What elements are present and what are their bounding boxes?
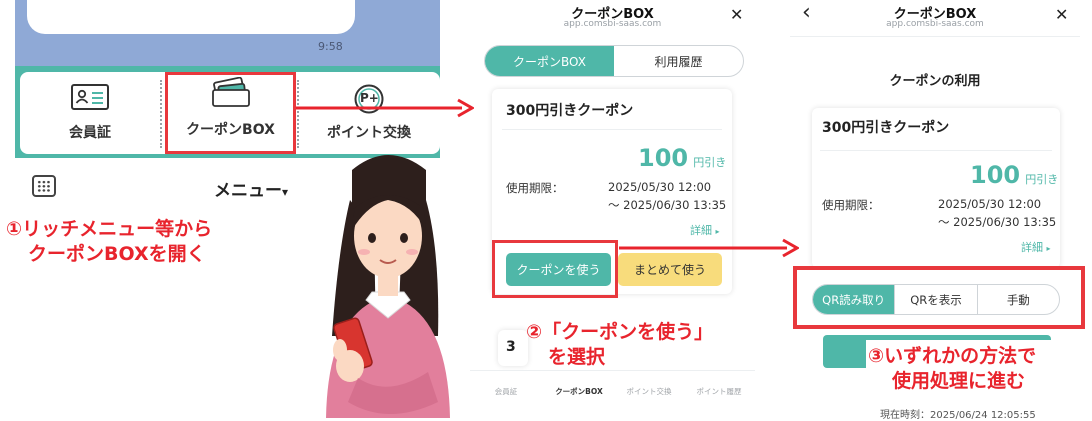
- expiry-label: 使用期限：: [506, 181, 564, 195]
- bottom-tab-coupon-box[interactable]: クーポンBOX: [546, 386, 612, 397]
- header-url: app.comsbi-saas.com: [886, 19, 984, 29]
- coupon-amount-unit: 円引き: [1025, 173, 1059, 186]
- expiry-end: 〜 2025/06/30 13:35: [608, 198, 727, 212]
- rich-menu-item-coupon-box[interactable]: クーポンBOX: [165, 72, 296, 154]
- coupon-amount: 100 円引き: [970, 161, 1058, 189]
- menu-toggle-label: メニュー: [214, 181, 282, 201]
- detail-link[interactable]: 詳細 ▸: [1021, 239, 1051, 255]
- step-3-caption-line2: 使用処理に進む: [892, 370, 1026, 392]
- use-method-selector: QR読み取り QRを表示 手動: [812, 284, 1060, 315]
- chat-timestamp: 9:58: [318, 40, 343, 53]
- menu-toggle[interactable]: メニュー▾: [214, 176, 288, 201]
- coupon-tabs: クーポンBOX 利用履歴: [484, 45, 744, 77]
- rich-menu-label: 会員証: [69, 125, 111, 141]
- bottom-tab-point-exchange[interactable]: ポイント交換: [616, 386, 682, 397]
- keyboard-icon[interactable]: [32, 175, 56, 197]
- step-1-caption-line1: ①リッチメニュー等から: [6, 218, 213, 240]
- rich-menu-divider: [160, 80, 162, 148]
- expiry-end: 〜 2025/06/30 13:35: [938, 215, 1057, 229]
- chevron-down-icon: ▾: [282, 185, 289, 199]
- bottom-tab-bar: [470, 370, 755, 371]
- tab-coupon-box[interactable]: クーポンBOX: [485, 46, 614, 76]
- method-manual[interactable]: 手動: [976, 285, 1059, 314]
- close-icon[interactable]: ✕: [730, 5, 743, 24]
- coupon-title: 300円引きクーポン: [822, 120, 950, 136]
- divider: [820, 150, 1052, 151]
- detail-link[interactable]: 詳細 ▸: [690, 222, 720, 238]
- expiry-label: 使用期限：: [822, 198, 880, 212]
- step-2-caption-line1: ②「クーポンを使う」: [526, 321, 714, 343]
- coupon-use-screen: ‹ クーポンBOX app.comsbi-saas.com ✕ クーポンの利用 …: [790, 0, 1092, 421]
- highlight-box: [492, 240, 618, 298]
- rich-menu-label: クーポンBOX: [186, 122, 275, 138]
- current-time: 現在時刻：2025/06/24 12:05:55: [880, 410, 1036, 421]
- expiry-start: 2025/05/30 12:00: [938, 197, 1042, 211]
- chevron-right-icon: ▸: [715, 227, 720, 236]
- divider: [502, 129, 722, 130]
- bottom-tab-member-card[interactable]: 会員証: [476, 386, 536, 397]
- bottom-tab-point-history[interactable]: ポイント履歴: [686, 386, 752, 397]
- tab-usage-history[interactable]: 利用履歴: [614, 46, 743, 76]
- method-qr-scan[interactable]: QR読み取り: [813, 285, 895, 314]
- coupon-amount-unit: 円引き: [693, 156, 727, 169]
- chat-bubble: [27, 0, 355, 34]
- header-url: app.comsbi-saas.com: [563, 19, 662, 29]
- coupon-amount-value: 100: [638, 144, 689, 172]
- rich-menu-item-member-card[interactable]: 会員証: [20, 72, 160, 154]
- coupon-amount-value: 100: [970, 161, 1021, 189]
- method-qr-display[interactable]: QRを表示: [894, 285, 976, 314]
- step-1-caption-line2: クーポンBOXを開く: [28, 243, 206, 265]
- girl-with-smartphone-illustration: [326, 155, 450, 418]
- arrow-right-icon: [296, 98, 474, 118]
- detail-link-label: 詳細: [1021, 241, 1043, 254]
- coupon-amount: 100 円引き: [638, 144, 726, 172]
- coupon-title: 300円引きクーポン: [506, 103, 634, 119]
- step-3-caption-line1: ③いずれかの方法で: [868, 345, 1037, 367]
- header-divider: [790, 36, 1080, 37]
- coupon-title-partial: 3: [506, 339, 516, 355]
- page-title: クーポンの利用: [889, 74, 981, 89]
- rich-menu-label: ポイント交換: [327, 125, 411, 141]
- step-2-caption-line2: を選択: [548, 346, 606, 368]
- member-card-icon: [71, 84, 109, 114]
- chevron-right-icon: ▸: [1046, 244, 1051, 253]
- coupon-card: 300円引きクーポン 100 円引き 使用期限： 2025/05/30 12:0…: [812, 108, 1060, 268]
- close-icon[interactable]: ✕: [1055, 5, 1068, 24]
- coupon-wallet-icon: [211, 76, 251, 111]
- coupon-card-partial: 3: [498, 330, 528, 366]
- detail-link-label: 詳細: [690, 224, 712, 237]
- coupon-box-screen: クーポンBOX app.comsbi-saas.com ✕ クーポンBOX 利用…: [470, 0, 755, 418]
- expiry-start: 2025/05/30 12:00: [608, 180, 712, 194]
- arrow-right-icon: [619, 238, 799, 258]
